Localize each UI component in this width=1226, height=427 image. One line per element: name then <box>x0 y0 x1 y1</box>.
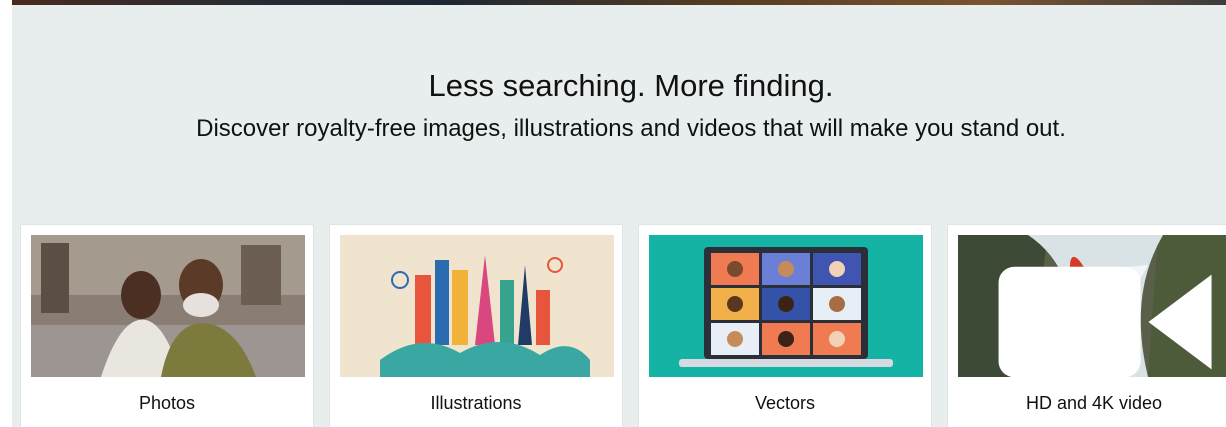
category-card-photos[interactable]: Photos <box>20 224 314 427</box>
category-label-photos: Photos <box>138 393 196 413</box>
discovery-section: Less searching. More finding. Discover r… <box>12 0 1226 427</box>
category-card-video[interactable]: HD and 4K video <box>947 224 1226 427</box>
video-camera-icon <box>998 266 1212 377</box>
vectors-thumbnail <box>649 235 923 377</box>
category-label-video: HD and 4K video <box>1025 393 1163 413</box>
photos-thumbnail <box>31 235 305 377</box>
section-subheadline: Discover royalty-free images, illustrati… <box>196 115 1066 142</box>
video-thumbnail <box>958 235 1226 377</box>
hero-image-bottom-edge <box>12 0 1226 5</box>
category-label-vectors: Vectors <box>754 393 816 413</box>
category-card-vectors[interactable]: Vectors <box>638 224 932 427</box>
illustrations-thumbnail <box>340 235 614 377</box>
category-label-illustrations: Illustrations <box>430 393 522 413</box>
category-card-illustrations[interactable]: Illustrations <box>329 224 623 427</box>
section-headline: Less searching. More finding. <box>428 68 834 103</box>
